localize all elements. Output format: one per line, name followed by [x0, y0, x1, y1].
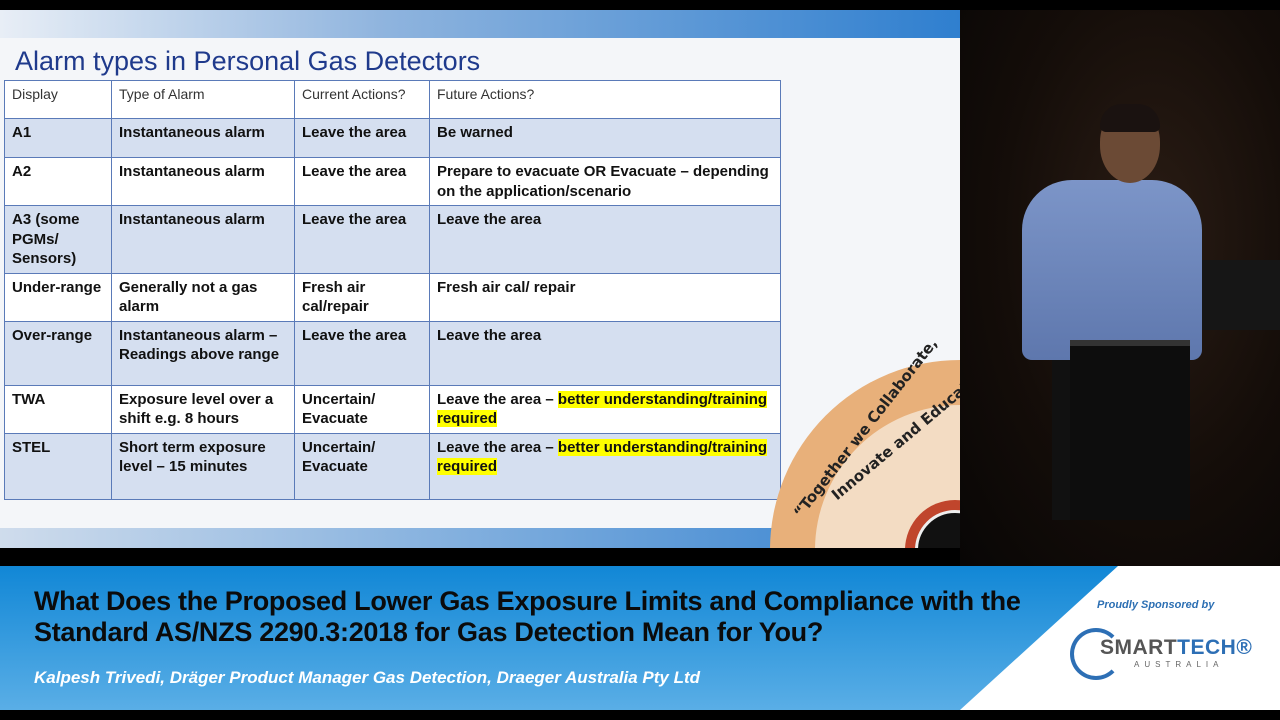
slide-top-bar [0, 10, 960, 38]
sponsor-label: Proudly Sponsored by [1097, 599, 1215, 611]
speaker-video [960, 10, 1280, 566]
table-row: A3 (some PGMs/ Sensors) Instantaneous ala… [4, 205, 781, 274]
header-cell: Display [4, 80, 112, 119]
table-row: TWA Exposure level over a shift e.g. 8 ho… [4, 384, 781, 434]
table-header: Display Type of Alarm Current Actions? F… [4, 80, 781, 119]
header-cell: Current Actions? [294, 80, 430, 119]
presentation-slide: Alarm types in Personal Gas Detectors Di… [0, 10, 960, 548]
cell-future: Fresh air cal/ repair [429, 272, 781, 322]
slide-title: Alarm types in Personal Gas Detectors [15, 46, 481, 76]
cell-type: Generally not a gas alarm [111, 272, 295, 322]
conference-seal: 2022 “Together we Collaborate, Innovate … [770, 335, 960, 548]
cell-current: Leave the area [294, 320, 430, 386]
cell-future: Leave the area – better understanding/tr… [429, 384, 781, 434]
cell-current: Leave the area [294, 205, 430, 274]
header-cell: Type of Alarm [111, 80, 295, 119]
conference-logo: 2022 [905, 500, 960, 548]
alarm-table: Display Type of Alarm Current Actions? F… [4, 80, 781, 500]
cell-future: Leave the area – better understanding/tr… [429, 432, 781, 500]
cell-future: Prepare to evacuate OR Evacuate – depend… [429, 157, 781, 206]
cell-current: Uncertain/ Evacuate [294, 432, 430, 500]
cell-current: Fresh air cal/repair [294, 272, 430, 322]
table-row: A2 Instantaneous alarm Leave the area Prepa… [4, 157, 781, 206]
cell-type: Exposure level over a shift e.g. 8 hours [111, 384, 295, 434]
speaker-hair [1100, 104, 1160, 132]
cell-future: Leave the area [429, 205, 781, 274]
cell-display: A2 [4, 157, 112, 206]
talk-title: What Does the Proposed Lower Gas Exposur… [34, 586, 1021, 647]
cell-current: Leave the area [294, 118, 430, 158]
cell-type: Instantaneous alarm – Readings above ran… [111, 320, 295, 386]
title-banner: What Does the Proposed Lower Gas Exposur… [0, 566, 1280, 710]
cell-current: Uncertain/ Evacuate [294, 384, 430, 434]
podium [1070, 340, 1190, 520]
cell-display: TWA [4, 384, 112, 434]
cell-display: STEL [4, 432, 112, 500]
table-row: Over-range Instantaneous alarm – Readings… [4, 320, 781, 386]
speaker-body [1022, 180, 1202, 360]
cell-future: Leave the area [429, 320, 781, 386]
cell-type: Instantaneous alarm [111, 205, 295, 274]
cell-type: Short term exposure level – 15 minutes [111, 432, 295, 500]
cell-type: Instantaneous alarm [111, 157, 295, 206]
cell-display: A1 [4, 118, 112, 158]
header-cell: Future Actions? [429, 80, 781, 119]
cell-future: Be warned [429, 118, 781, 158]
cell-display: Over-range [4, 320, 112, 386]
speaker-name: Kalpesh Trivedi, Dräger Product Manager … [34, 668, 701, 687]
table-row: Under-range Generally not a gas alarm Fres… [4, 272, 781, 322]
table-row: A1 Instantaneous alarm Leave the area Be wa… [4, 118, 781, 158]
cell-current: Leave the area [294, 157, 430, 206]
sponsor-logo: SMARTTECH® AUSTRALIA [1070, 628, 1252, 684]
table-row: STEL Short term exposure level – 15 minut… [4, 432, 781, 500]
cell-type: Instantaneous alarm [111, 118, 295, 158]
cell-display: Under-range [4, 272, 112, 322]
cell-display: A3 (some PGMs/ Sensors) [4, 205, 112, 274]
